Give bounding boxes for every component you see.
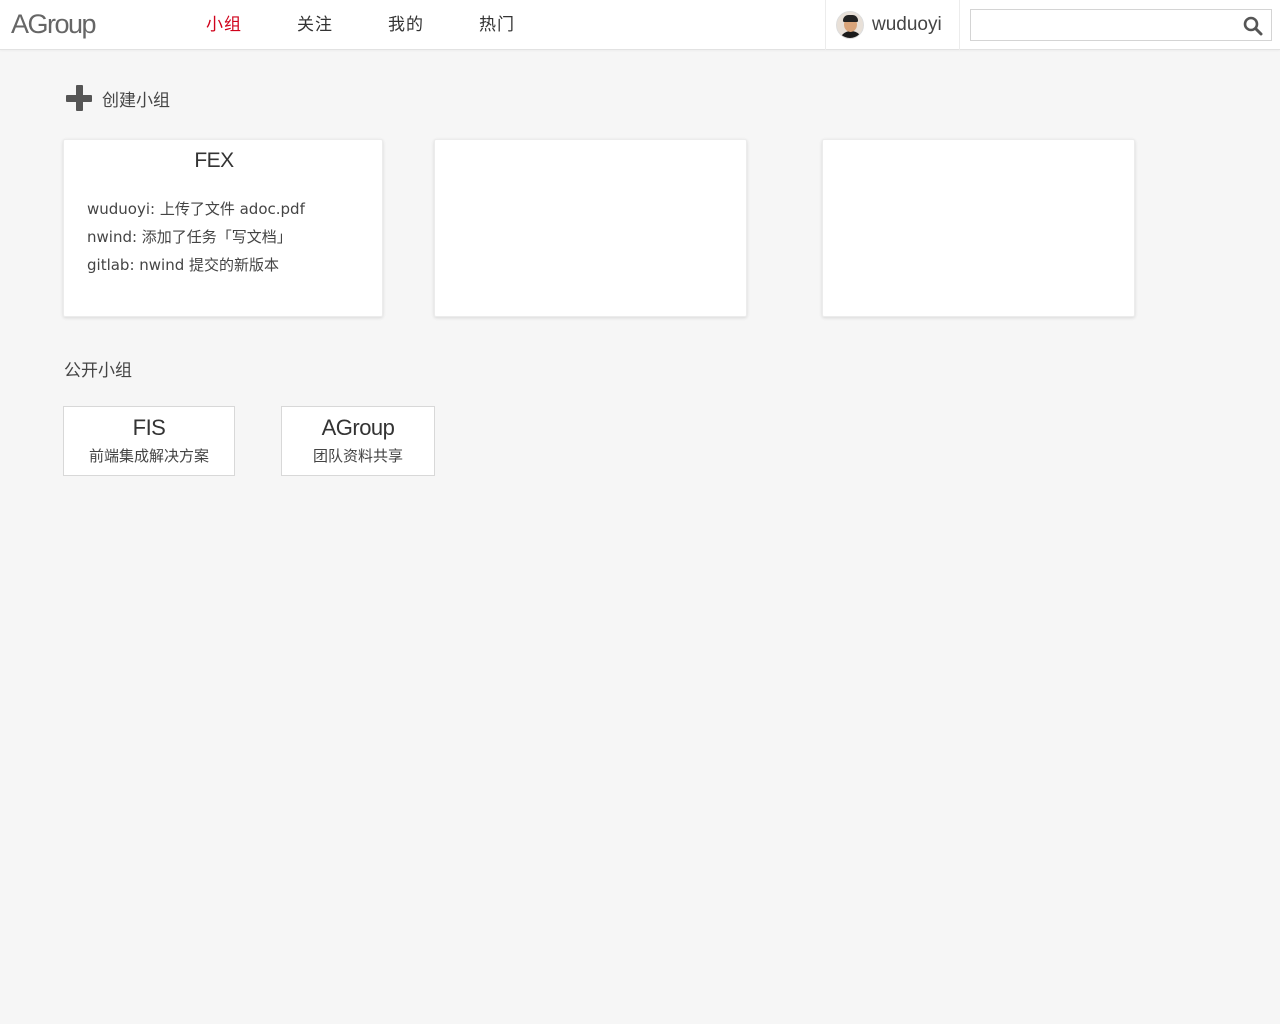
activity-item: gitlab: nwind 提交的新版本 (87, 256, 280, 274)
user-menu[interactable]: wuduoyi (825, 0, 960, 50)
search-input[interactable] (971, 10, 1236, 40)
top-bar: AGroup 小组 关注 我的 热门 wuduoyi (0, 0, 1280, 50)
search-icon[interactable] (1243, 16, 1263, 36)
public-group-agroup[interactable]: AGroup 团队资料共享 (281, 406, 435, 476)
username-label[interactable]: wuduoyi (872, 14, 942, 36)
search-box (970, 9, 1272, 41)
group-card-empty-1[interactable] (434, 139, 747, 317)
main-nav: 小组 关注 我的 热门 (206, 0, 570, 50)
group-card-fex[interactable]: FEX wuduoyi: 上传了文件 adoc.pdf nwind: 添加了任务… (63, 139, 383, 317)
nav-item-following[interactable]: 关注 (297, 0, 333, 50)
public-groups-heading: 公开小组 (64, 361, 132, 381)
activity-list: wuduoyi: 上传了文件 adoc.pdf nwind: 添加了任务「写文档… (87, 195, 382, 279)
nav-item-mine[interactable]: 我的 (388, 0, 424, 50)
nav-item-groups[interactable]: 小组 (206, 0, 242, 50)
public-group-name: FIS (132, 415, 166, 440)
public-group-desc: 前端集成解决方案 (88, 447, 209, 465)
group-card-empty-2[interactable] (822, 139, 1135, 317)
app-logo[interactable]: AGroup (11, 9, 97, 39)
public-group-fis[interactable]: FIS 前端集成解决方案 (63, 406, 235, 476)
nav-item-hot[interactable]: 热门 (479, 0, 515, 50)
plus-icon (65, 84, 93, 112)
create-group-label: 创建小组 (102, 90, 170, 111)
user-avatar[interactable] (836, 11, 864, 39)
create-group-button[interactable]: 创建小组 (65, 84, 170, 112)
public-group-name: AGroup (321, 415, 395, 440)
activity-item: nwind: 添加了任务「写文档」 (87, 228, 292, 246)
group-card-title: FEX (194, 149, 234, 172)
activity-item: wuduoyi: 上传了文件 adoc.pdf (87, 200, 305, 218)
public-group-desc: 团队资料共享 (312, 447, 403, 465)
